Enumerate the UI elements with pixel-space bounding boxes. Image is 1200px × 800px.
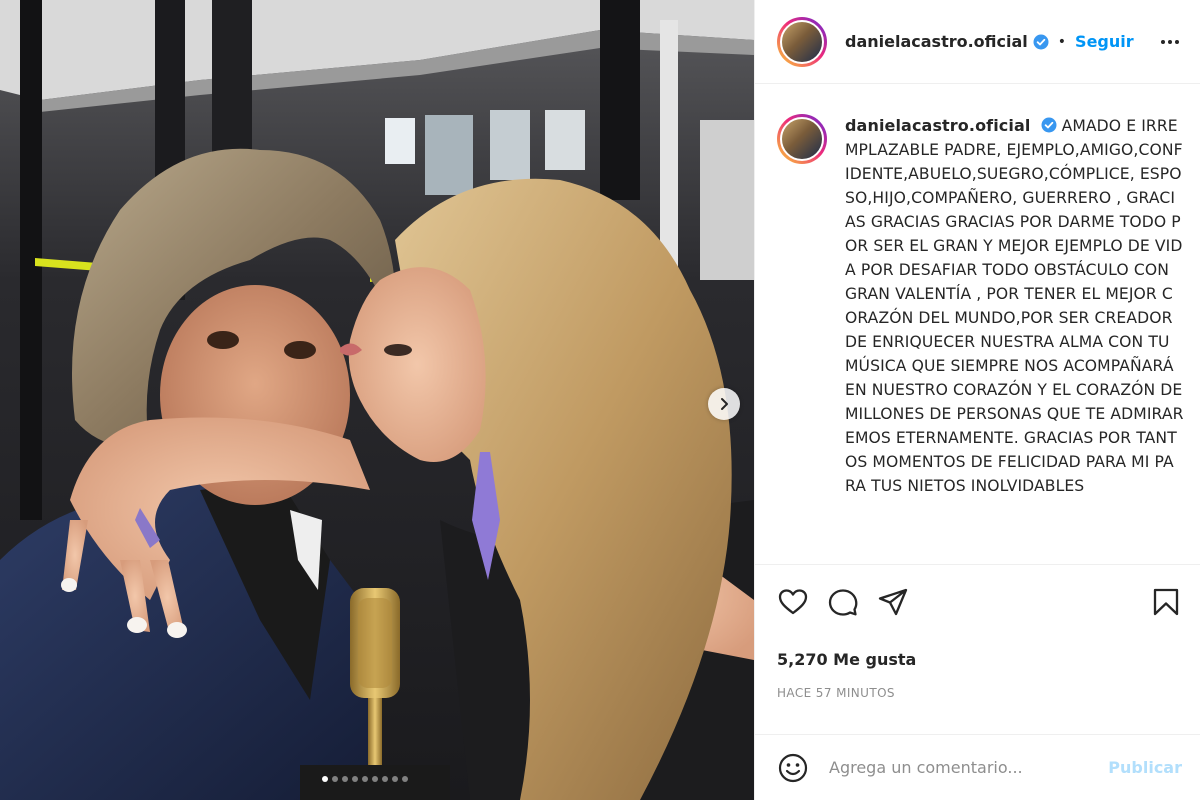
post-timestamp[interactable]: HACE 57 MINUTOS (755, 678, 1200, 718)
publish-button[interactable]: Publicar (1108, 758, 1182, 777)
caption-body: AMADO E IRREMPLAZABLE PADRE, EJEMPLO,AMI… (845, 117, 1184, 495)
save-button[interactable] (1142, 582, 1182, 622)
caption: danielacastro.oficial AMADO E IRREMPLAZA… (845, 114, 1184, 564)
photo-scene (0, 0, 754, 800)
comment-icon (828, 588, 858, 616)
comment-input[interactable] (829, 758, 1109, 777)
action-bar (755, 564, 1200, 638)
instagram-post: danielacastro.oficial • Seguir danielaca… (0, 0, 1200, 800)
carousel-dot (382, 776, 388, 782)
heart-icon (778, 588, 808, 614)
comment-bar: Publicar (755, 734, 1200, 800)
post-side-panel: danielacastro.oficial • Seguir danielaca… (754, 0, 1200, 800)
carousel-dot (392, 776, 398, 782)
caption-section: danielacastro.oficial AMADO E IRREMPLAZA… (755, 84, 1200, 564)
comment-button[interactable] (827, 582, 867, 622)
verified-badge-icon (1041, 117, 1057, 133)
chevron-right-icon (721, 398, 728, 410)
like-button[interactable] (777, 582, 817, 622)
carousel-indicator (322, 776, 408, 782)
carousel-dot (372, 776, 378, 782)
carousel-dot (362, 776, 368, 782)
bookmark-icon (1153, 588, 1179, 615)
share-icon (878, 588, 908, 615)
carousel-dot (332, 776, 338, 782)
avatar[interactable] (777, 16, 827, 67)
caption-username-link[interactable]: danielacastro.oficial (845, 116, 1030, 135)
share-button[interactable] (877, 582, 917, 622)
carousel-dot (402, 776, 408, 782)
post-header: danielacastro.oficial • Seguir (755, 0, 1200, 84)
post-photo[interactable] (0, 0, 754, 800)
separator: • (1057, 33, 1067, 50)
more-options-button[interactable] (1158, 30, 1182, 54)
follow-button[interactable]: Seguir (1075, 32, 1134, 51)
avatar-image (780, 19, 824, 64)
emoji-icon[interactable] (777, 752, 809, 784)
likes-count[interactable]: 5,270 Me gusta (755, 638, 1200, 678)
next-slide-button[interactable] (708, 388, 740, 420)
carousel-dot (352, 776, 358, 782)
verified-badge-icon (1033, 34, 1049, 49)
carousel-dot (322, 776, 328, 782)
carousel-dot (342, 776, 348, 782)
caption-avatar[interactable] (777, 114, 827, 164)
more-options-icon (1161, 39, 1179, 44)
username-link[interactable]: danielacastro.oficial (845, 32, 1028, 51)
avatar-image (780, 117, 824, 161)
